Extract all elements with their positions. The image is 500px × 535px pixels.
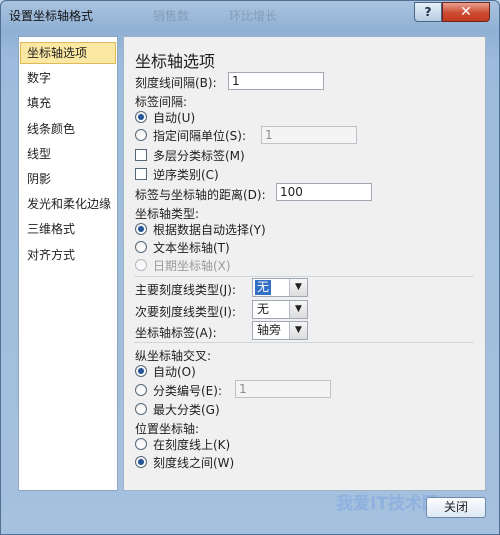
axis-position-label: 位置坐标轴: xyxy=(135,422,200,436)
cross-max-label[interactable]: 最大分类(G) xyxy=(153,401,220,418)
axis-type-auto-radio[interactable] xyxy=(135,223,147,235)
label-interval-label: 标签间隔: xyxy=(135,95,188,109)
label-interval-auto-label[interactable]: 自动(U) xyxy=(153,109,195,126)
panel-heading: 坐标轴选项 xyxy=(135,52,216,71)
sidebar-item-glow[interactable]: 发光和柔化边缘 xyxy=(20,193,116,215)
axis-options-panel: 坐标轴选项 刻度线间隔(B): 1 标签间隔: 自动(U) 指定间隔单位(S):… xyxy=(123,36,486,491)
label-interval-auto-radio[interactable] xyxy=(135,111,147,123)
axis-labels-label: 坐标轴标签(A): xyxy=(135,326,217,340)
label-distance-input[interactable]: 100 xyxy=(276,183,372,201)
vertical-cross-label: 纵坐标轴交叉: xyxy=(135,349,212,363)
reverse-order-checkbox[interactable] xyxy=(135,168,147,180)
tick-interval-label: 刻度线间隔(B): xyxy=(135,76,217,90)
minor-tick-select[interactable]: 无 ▼ xyxy=(252,300,308,319)
tick-interval-input[interactable]: 1 xyxy=(228,72,324,90)
background-tab-ghost: 环比增长 xyxy=(229,9,278,23)
cross-max-radio[interactable] xyxy=(135,403,147,415)
background-tab-ghost: 销售数 xyxy=(153,9,190,23)
multilevel-checkbox[interactable] xyxy=(135,149,147,161)
specify-unit-radio[interactable] xyxy=(135,129,147,141)
title-bar[interactable]: 设置坐标轴格式 销售数 环比增长 ? ✕ xyxy=(1,1,499,29)
axis-labels-value: 轴旁 xyxy=(257,323,282,337)
chevron-down-icon[interactable]: ▼ xyxy=(289,279,307,296)
axis-type-text-label[interactable]: 文本坐标轴(T) xyxy=(153,239,230,256)
major-tick-label: 主要刻度线类型(J): xyxy=(135,283,236,297)
cross-auto-label[interactable]: 自动(O) xyxy=(153,363,196,380)
between-ticks-radio[interactable] xyxy=(135,456,147,468)
cross-category-radio[interactable] xyxy=(135,384,147,396)
axis-type-date-radio[interactable] xyxy=(135,259,147,271)
major-tick-select[interactable]: 无 ▼ xyxy=(252,278,308,297)
axis-type-text-radio[interactable] xyxy=(135,241,147,253)
cross-auto-radio[interactable] xyxy=(135,365,147,377)
major-tick-value: 无 xyxy=(255,280,272,295)
separator xyxy=(134,276,474,277)
sidebar-item-line-style[interactable]: 线型 xyxy=(20,143,116,165)
sidebar-item-number[interactable]: 数字 xyxy=(20,67,116,89)
sidebar-item-3d-format[interactable]: 三维格式 xyxy=(20,218,116,240)
category-list: 坐标轴选项 数字 填充 线条颜色 线型 阴影 发光和柔化边缘 三维格式 对齐方式 xyxy=(18,36,118,491)
chevron-down-icon[interactable]: ▼ xyxy=(289,322,307,339)
close-icon[interactable]: ✕ xyxy=(442,2,490,22)
axis-type-auto-label[interactable]: 根据数据自动选择(Y) xyxy=(153,221,266,238)
minor-tick-value: 无 xyxy=(257,302,270,316)
close-button[interactable]: 关闭 xyxy=(426,497,486,518)
format-axis-dialog: 设置坐标轴格式 销售数 环比增长 ? ✕ 坐标轴选项 数字 填充 线条颜色 线型… xyxy=(0,0,500,535)
sidebar-item-fill[interactable]: 填充 xyxy=(20,92,116,114)
cross-category-input[interactable]: 1 xyxy=(235,380,331,398)
dialog-title: 设置坐标轴格式 xyxy=(9,9,94,23)
chevron-down-icon[interactable]: ▼ xyxy=(289,301,307,318)
reverse-order-label[interactable]: 逆序类别(C) xyxy=(153,166,219,183)
on-tick-radio[interactable] xyxy=(135,438,147,450)
axis-labels-select[interactable]: 轴旁 ▼ xyxy=(252,321,308,340)
watermark-logo: 我爱IT技术网 xyxy=(336,494,439,514)
sidebar-item-axis-options[interactable]: 坐标轴选项 xyxy=(20,42,116,64)
sidebar-item-shadow[interactable]: 阴影 xyxy=(20,168,116,190)
sidebar-item-line-color[interactable]: 线条颜色 xyxy=(20,118,116,140)
specify-unit-input[interactable]: 1 xyxy=(261,126,357,144)
axis-type-date-label[interactable]: 日期坐标轴(X) xyxy=(153,257,231,274)
sidebar-item-alignment[interactable]: 对齐方式 xyxy=(20,244,116,266)
between-ticks-label[interactable]: 刻度线之间(W) xyxy=(153,454,234,471)
help-button[interactable]: ? xyxy=(414,2,442,22)
on-tick-label[interactable]: 在刻度线上(K) xyxy=(153,436,230,453)
axis-type-label: 坐标轴类型: xyxy=(135,207,200,221)
specify-unit-label[interactable]: 指定间隔单位(S): xyxy=(153,127,246,144)
multilevel-label[interactable]: 多层分类标签(M) xyxy=(153,147,245,164)
minor-tick-label: 次要刻度线类型(I): xyxy=(135,305,236,319)
cross-category-label[interactable]: 分类编号(E): xyxy=(153,382,222,399)
separator xyxy=(134,342,474,343)
label-distance-label: 标签与坐标轴的距离(D): xyxy=(135,188,266,202)
